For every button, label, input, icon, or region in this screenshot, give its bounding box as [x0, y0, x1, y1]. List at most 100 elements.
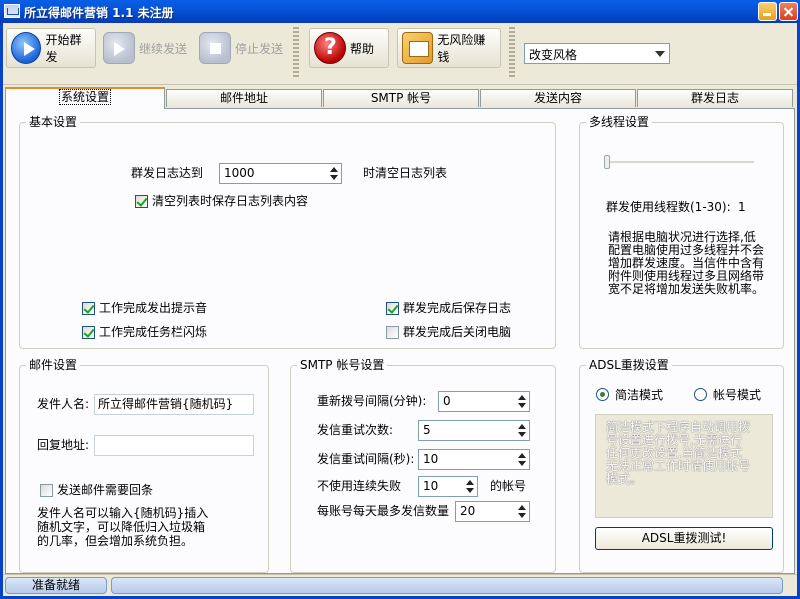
radio-simple-mode[interactable]: 简洁模式: [596, 386, 663, 403]
thread-slider-track[interactable]: [604, 161, 754, 163]
adsl-test-button[interactable]: ADSL重拨测试!: [595, 527, 773, 550]
tab-label: 发送内容: [533, 91, 582, 105]
retry-interval-spinner[interactable]: 10: [418, 449, 530, 470]
receipt-label: 发送邮件需要回条: [57, 483, 154, 497]
sender-name-value: 所立得邮件营销{随机码}: [98, 397, 234, 411]
thread-hint-line: 宽不足将增加发送失败机率。: [608, 282, 765, 296]
smtp-settings-title: SMTP 帐号设置: [297, 358, 388, 372]
style-dropdown-value: 改变风格: [529, 48, 578, 62]
shutdown-after-checkbox[interactable]: 群发完成后关闭电脑: [386, 324, 511, 340]
retry-count-spinner[interactable]: 5: [418, 420, 530, 441]
spin-down-icon[interactable]: [518, 461, 526, 466]
tab-smtp-account[interactable]: SMTP 帐号: [323, 89, 479, 107]
disable-failed-label: 不使用连续失败: [317, 479, 402, 493]
mail-hint-line: 的几率，但会增加系统负担。: [37, 534, 194, 548]
spin-up-icon[interactable]: [518, 395, 526, 400]
basic-settings-group: 基本设置 群发日志达到 1000 时清空日志列表 清空列表时保存日志列表内容 工…: [19, 115, 556, 349]
status-text: 准备就绪: [5, 577, 107, 594]
adsl-info-box: 简洁模式下程序自动调用拨 号设置进行拨号,无需进行 任何更改设置,当简洁模式 无…: [595, 414, 773, 518]
toolbar-grip-2: [509, 27, 515, 79]
chevron-down-icon: [655, 51, 665, 57]
retry-count-value: 5: [423, 423, 431, 437]
style-dropdown[interactable]: 改变风格: [524, 43, 670, 64]
tab-strip: 系统设置 邮件地址 SMTP 帐号 发送内容 群发日志: [5, 87, 795, 109]
status-bar: 准备就绪: [3, 574, 797, 596]
save-log-after-label: 群发完成后保存日志: [403, 301, 512, 315]
smtp-settings-group: SMTP 帐号设置 重新拨号间隔(分钟): 0 发信重试次数: 5 发信重试间隔…: [290, 358, 556, 573]
window-title: 所立得邮件营销 1.1 未注册: [24, 6, 174, 20]
spin-down-icon[interactable]: [518, 403, 526, 408]
receipt-checkbox[interactable]: 发送邮件需要回条: [40, 482, 153, 498]
thread-count-value: 1: [738, 200, 746, 214]
mail-settings-group: 邮件设置 发件人名: 所立得邮件营销{随机码} 回复地址: 发送邮件需要回条 发…: [19, 358, 269, 573]
earn-button[interactable]: 无风险赚钱: [397, 28, 501, 68]
spin-up-icon[interactable]: [518, 424, 526, 429]
retry-interval-label: 发信重试间隔(秒):: [317, 452, 415, 466]
log-limit-spinner[interactable]: 1000: [219, 163, 342, 184]
radio-empty-icon: [694, 388, 707, 401]
max-per-day-label: 每账号每天最多发信数量: [317, 504, 450, 518]
multithread-title: 多线程设置: [586, 115, 653, 129]
progress-bar: [111, 577, 783, 594]
spin-down-icon[interactable]: [466, 488, 474, 493]
spin-up-icon[interactable]: [518, 505, 526, 510]
spin-up-icon[interactable]: [330, 167, 338, 172]
checkbox-empty-icon: [40, 483, 53, 497]
spin-up-icon[interactable]: [518, 453, 526, 458]
disable-failed-spinner[interactable]: 10: [418, 476, 478, 497]
multithread-group: 多线程设置 群发使用线程数(1-30): 1 请根据电脑状况进行选择,低 配置电…: [579, 115, 784, 349]
max-per-day-spinner[interactable]: 20: [455, 501, 530, 522]
shutdown-after-label: 群发完成后关闭电脑: [403, 325, 512, 339]
title-bar[interactable]: 所立得邮件营销 1.1 未注册: [0, 0, 800, 23]
sender-name-label: 发件人名:: [37, 397, 90, 411]
tab-label: SMTP 帐号: [370, 91, 432, 105]
tab-mail-address[interactable]: 邮件地址: [166, 89, 322, 107]
spin-up-icon[interactable]: [466, 480, 474, 485]
max-per-day-value: 20: [460, 504, 476, 518]
adsl-settings-title: ADSL重拨设置: [586, 358, 672, 372]
spin-down-icon[interactable]: [518, 432, 526, 437]
tab-send-content[interactable]: 发送内容: [480, 89, 636, 107]
save-log-after-checkbox[interactable]: 群发完成后保存日志: [386, 300, 511, 316]
radio-account-mode[interactable]: 帐号模式: [694, 386, 761, 403]
redial-interval-value: 0: [443, 394, 451, 408]
checkbox-empty-icon: [386, 325, 399, 339]
retry-count-label: 发信重试次数:: [317, 423, 394, 437]
money-icon: [402, 32, 434, 64]
simple-mode-label: 简洁模式: [615, 388, 664, 402]
done-sound-checkbox[interactable]: 工作完成发出提示音: [82, 300, 207, 316]
main-window: 开始群发 继续发送 停止发送 帮助 无风险赚钱 改变风格 系统设置 邮件地址 S…: [0, 23, 800, 599]
help-button[interactable]: 帮助: [309, 28, 389, 68]
continue-button[interactable]: 继续发送: [103, 28, 187, 68]
spin-down-icon[interactable]: [518, 513, 526, 518]
spin-down-icon[interactable]: [330, 175, 338, 180]
thread-count-label: 群发使用线程数(1-30):: [606, 200, 731, 214]
mail-settings-title: 邮件设置: [26, 358, 81, 372]
done-flash-checkbox[interactable]: 工作完成任务栏闪烁: [82, 324, 207, 340]
tab-label: 邮件地址: [219, 91, 268, 105]
tab-system-settings[interactable]: 系统设置: [5, 87, 165, 109]
close-button[interactable]: [779, 2, 798, 21]
save-log-on-clear-checkbox[interactable]: 清空列表时保存日志列表内容: [135, 193, 308, 209]
thread-slider-thumb[interactable]: [604, 155, 610, 169]
stop-icon: [199, 32, 231, 64]
redial-interval-spinner[interactable]: 0: [438, 391, 530, 412]
reply-address-input[interactable]: [94, 435, 254, 456]
settings-page: 基本设置 群发日志达到 1000 时清空日志列表 清空列表时保存日志列表内容 工…: [5, 108, 795, 574]
log-limit-value: 1000: [224, 166, 255, 180]
disable-failed-suffix: 的帐号: [490, 479, 527, 493]
tab-label: 系统设置: [58, 89, 111, 105]
sender-name-input[interactable]: 所立得邮件营销{随机码}: [94, 394, 254, 415]
start-button[interactable]: 开始群发: [6, 28, 96, 68]
help-icon: [314, 32, 346, 64]
retry-interval-value: 10: [423, 452, 439, 466]
minimize-button[interactable]: [758, 2, 777, 21]
stop-label: 停止发送: [235, 41, 284, 56]
account-mode-label: 帐号模式: [713, 388, 762, 402]
done-flash-label: 工作完成任务栏闪烁: [99, 325, 208, 339]
reply-address-label: 回复地址:: [37, 438, 90, 452]
checkmark-icon: [82, 325, 95, 339]
tab-send-log[interactable]: 群发日志: [637, 89, 793, 107]
stop-button[interactable]: 停止发送: [199, 28, 283, 68]
start-label: 开始群发: [45, 33, 82, 64]
